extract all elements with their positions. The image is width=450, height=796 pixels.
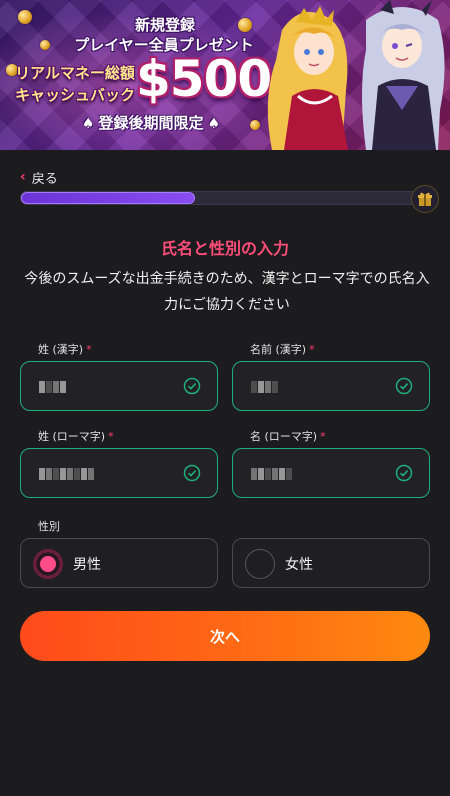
last-name-roman-label: 姓 (ローマ字) * — [38, 428, 114, 444]
gender-option-female[interactable]: 女性 — [232, 538, 430, 588]
banner-cashback-line-1: リアルマネー総額 — [15, 64, 135, 82]
promo-banner[interactable]: 新規登録 プレイヤー全員プレゼント リアルマネー総額 キャッシュバック $500… — [0, 0, 450, 150]
first-name-kanji-field[interactable] — [232, 361, 430, 411]
chevron-left-icon: ‹ — [20, 169, 26, 185]
back-label: 戻る — [31, 171, 58, 187]
page-title: 氏名と性別の入力 — [160, 239, 289, 258]
next-button[interactable]: 次へ — [20, 611, 430, 661]
banner-limited-time-text: 登録後期間限定 — [98, 114, 204, 132]
first-name-kanji-label: 名前 (漢字) * — [250, 341, 315, 357]
back-button[interactable]: ‹ 戻る — [20, 168, 58, 187]
required-mark: * — [86, 343, 92, 356]
banner-limited-time: ♠ 登録後期間限定 ♠ — [36, 112, 266, 133]
page-description: 今後のスムーズな出金手続きのため、漢字とローマ字での氏名入力にご協力ください — [24, 271, 430, 313]
spade-icon: ♠ — [81, 116, 95, 132]
progress-bar — [20, 191, 418, 205]
gender-label: 性別 — [38, 520, 60, 533]
spade-icon: ♠ — [207, 116, 221, 132]
radio-selected-icon — [33, 549, 63, 579]
redacted-value — [39, 378, 66, 396]
redacted-value — [39, 465, 94, 483]
first-name-kanji-label-text: 名前 (漢字) — [250, 343, 307, 356]
banner-characters-illustration — [267, 0, 445, 150]
required-mark: * — [108, 430, 114, 443]
last-name-roman-label-text: 姓 (ローマ字) — [38, 430, 106, 443]
radio-unselected-icon — [245, 549, 275, 579]
last-name-roman-field[interactable] — [20, 448, 218, 498]
banner-headline: 新規登録 — [134, 16, 195, 34]
first-name-roman-field[interactable] — [232, 448, 430, 498]
check-circle-icon — [395, 377, 413, 395]
check-circle-icon — [395, 464, 413, 482]
progress-fill — [21, 192, 196, 204]
redacted-value — [251, 465, 292, 483]
banner-cashback-line-2: キャッシュバック — [14, 86, 135, 104]
required-mark: * — [320, 430, 326, 443]
redacted-value — [251, 378, 278, 396]
banner-amount: $500 — [136, 50, 272, 108]
gender-option-male[interactable]: 男性 — [20, 538, 218, 588]
last-name-kanji-label: 姓 (漢字) * — [38, 341, 92, 357]
check-circle-icon — [183, 464, 201, 482]
gender-option-label: 男性 — [73, 557, 101, 573]
first-name-roman-label: 名 (ローマ字) * — [250, 428, 326, 444]
last-name-kanji-label-text: 姓 (漢字) — [38, 343, 84, 356]
check-circle-icon — [183, 377, 201, 395]
first-name-roman-label-text: 名 (ローマ字) — [250, 430, 318, 443]
gift-icon[interactable] — [411, 185, 439, 213]
gender-option-label: 女性 — [285, 557, 313, 573]
required-mark: * — [309, 343, 315, 356]
last-name-kanji-field[interactable] — [20, 361, 218, 411]
